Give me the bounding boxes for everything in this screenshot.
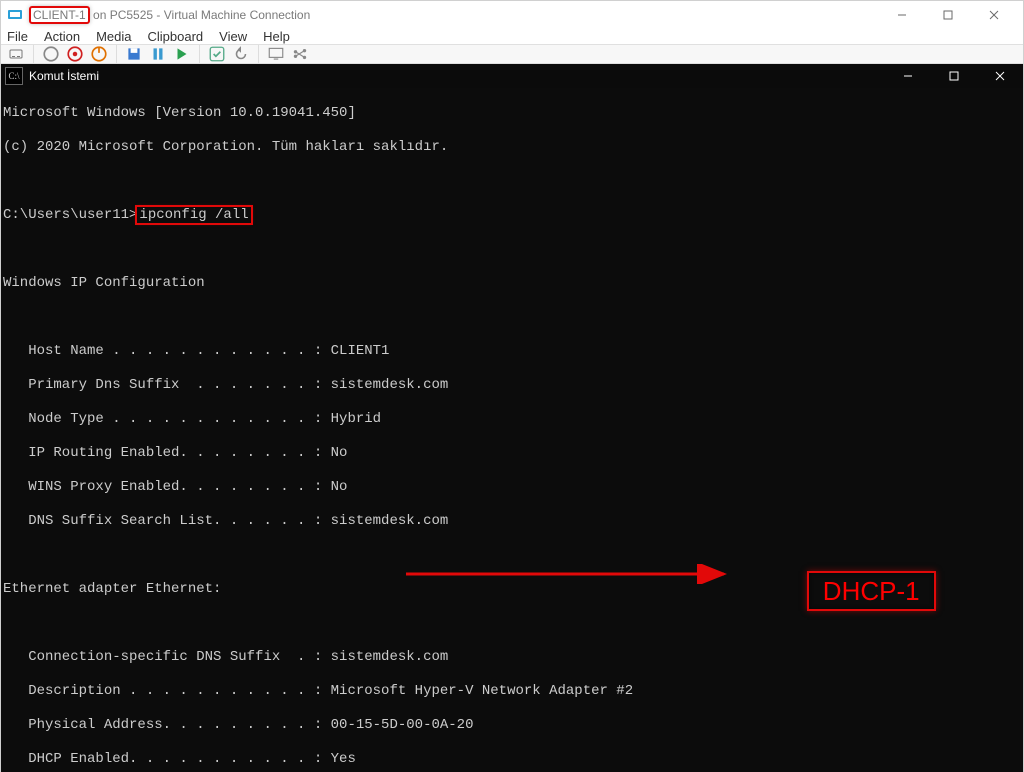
cmd-title: Komut İstemi <box>29 69 99 83</box>
menu-action[interactable]: Action <box>44 29 80 44</box>
line-dns-search: DNS Suffix Search List. . . . . . : sist… <box>3 513 1021 530</box>
revert-icon[interactable] <box>232 45 250 63</box>
cmd-titlebar: C:\ Komut İstemi <box>1 64 1023 88</box>
cmd-close-button[interactable] <box>977 64 1023 88</box>
hyperv-icon <box>7 7 23 23</box>
line-version: Microsoft Windows [Version 10.0.19041.45… <box>3 105 1021 122</box>
reset-icon[interactable] <box>173 45 191 63</box>
line-hostname: Host Name . . . . . . . . . . . . : CLIE… <box>3 343 1021 360</box>
outer-titlebar: CLIENT-1 on PC5525 - Virtual Machine Con… <box>1 1 1023 29</box>
line-ip-routing: IP Routing Enabled. . . . . . . . : No <box>3 445 1021 462</box>
command-highlight: ipconfig /all <box>137 207 250 223</box>
menu-media[interactable]: Media <box>96 29 131 44</box>
enhanced-session-icon[interactable] <box>267 45 285 63</box>
dhcp-callout-label: DHCP-1 <box>807 571 936 611</box>
line-phys-addr: Physical Address. . . . . . . . . : 00-1… <box>3 717 1021 734</box>
prompt-line-1: C:\Users\user11>ipconfig /all <box>3 207 1021 224</box>
cmd-icon: C:\ <box>5 67 23 85</box>
vm-connection-window: CLIENT-1 on PC5525 - Virtual Machine Con… <box>0 0 1024 772</box>
cmd-maximize-button[interactable] <box>931 64 977 88</box>
checkpoint-icon[interactable] <box>208 45 226 63</box>
line-dhcp-enabled: DHCP Enabled. . . . . . . . . . . : Yes <box>3 751 1021 768</box>
menu-clipboard[interactable]: Clipboard <box>148 29 204 44</box>
line-conn-suffix: Connection-specific DNS Suffix . : siste… <box>3 649 1021 666</box>
turnoff-icon[interactable] <box>66 45 84 63</box>
minimize-button[interactable] <box>879 1 925 29</box>
cmd-output[interactable]: Microsoft Windows [Version 10.0.19041.45… <box>1 88 1023 772</box>
cmd-minimize-button[interactable] <box>885 64 931 88</box>
line-wins-proxy: WINS Proxy Enabled. . . . . . . . : No <box>3 479 1021 496</box>
window-title: CLIENT-1 on PC5525 - Virtual Machine Con… <box>29 6 310 24</box>
command-prompt-window: C:\ Komut İstemi Microsoft Windows [Vers… <box>1 64 1023 772</box>
dhcp-callout: DHCP-1 <box>749 554 936 628</box>
line-description: Description . . . . . . . . . . . : Micr… <box>3 683 1021 700</box>
title-highlight: CLIENT-1 <box>29 6 90 24</box>
start-icon[interactable] <box>42 45 60 63</box>
close-button[interactable] <box>971 1 1017 29</box>
pause-icon[interactable] <box>149 45 167 63</box>
window-title-rest: on PC5525 - Virtual Machine Connection <box>93 8 310 22</box>
shutdown-icon[interactable] <box>90 45 108 63</box>
line-primary-suffix: Primary Dns Suffix . . . . . . . : siste… <box>3 377 1021 394</box>
menu-bar: File Action Media Clipboard View Help <box>1 29 1023 44</box>
toolbar <box>1 44 1023 64</box>
line-copyright: (c) 2020 Microsoft Corporation. Tüm hakl… <box>3 139 1021 156</box>
line-node-type: Node Type . . . . . . . . . . . . : Hybr… <box>3 411 1021 428</box>
arrow-annotation <box>406 564 736 584</box>
save-icon[interactable] <box>125 45 143 63</box>
share-icon[interactable] <box>291 45 309 63</box>
section-winip: Windows IP Configuration <box>3 275 1021 292</box>
menu-view[interactable]: View <box>219 29 247 44</box>
menu-help[interactable]: Help <box>263 29 290 44</box>
ctrl-alt-del-icon[interactable] <box>7 45 25 63</box>
menu-file[interactable]: File <box>7 29 28 44</box>
maximize-button[interactable] <box>925 1 971 29</box>
